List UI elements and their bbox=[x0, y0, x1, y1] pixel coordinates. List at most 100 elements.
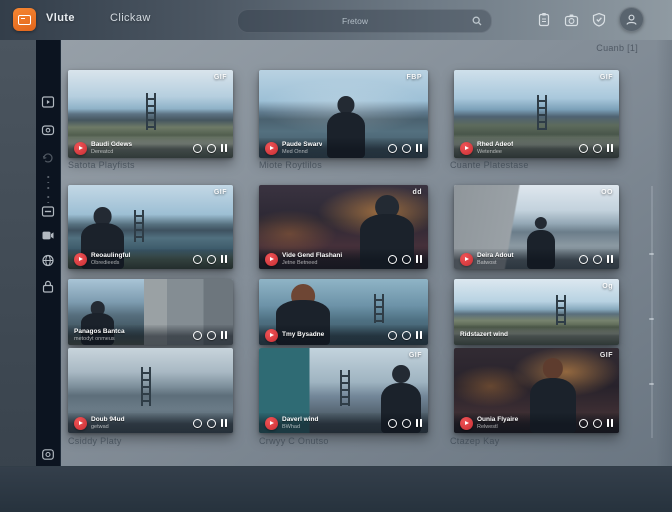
format-badge: dd bbox=[412, 189, 422, 196]
dots-separator bbox=[47, 176, 49, 189]
pause-icon[interactable] bbox=[416, 331, 422, 339]
ring-icon[interactable] bbox=[207, 255, 216, 264]
card-subtitle: Obredieeds bbox=[91, 260, 130, 266]
ring-icon[interactable] bbox=[388, 419, 397, 428]
pause-icon[interactable] bbox=[221, 419, 227, 427]
play-icon bbox=[465, 146, 469, 150]
card-title: Rhed Adeof bbox=[477, 141, 513, 148]
pause-icon[interactable] bbox=[221, 144, 227, 152]
card-info-bar: Doub 94udgetwad bbox=[68, 413, 233, 433]
card-controls bbox=[579, 255, 613, 264]
history-icon[interactable] bbox=[42, 152, 55, 164]
channel-avatar bbox=[265, 142, 278, 155]
logo-icon bbox=[18, 15, 31, 25]
video-card[interactable]: Doub 94udgetwad bbox=[68, 348, 233, 433]
user-avatar[interactable] bbox=[619, 7, 644, 32]
card-info-bar: Vide Gend FlashaniJetne Betneed bbox=[259, 249, 428, 269]
video-card[interactable]: dd Vide Gend FlashaniJetne Betneed bbox=[259, 185, 428, 269]
right-edge-shade bbox=[656, 40, 672, 466]
pause-icon[interactable] bbox=[416, 419, 422, 427]
channel-avatar bbox=[74, 142, 87, 155]
badge-icon[interactable] bbox=[42, 206, 55, 217]
lock-icon[interactable] bbox=[42, 280, 54, 293]
globe-icon[interactable] bbox=[42, 254, 55, 267]
video-card[interactable]: GIF Ounia FlyaireRelwestl bbox=[454, 348, 619, 433]
pause-icon[interactable] bbox=[416, 144, 422, 152]
pause-icon[interactable] bbox=[607, 144, 613, 152]
shield-check-icon[interactable] bbox=[592, 12, 606, 27]
scrollbar-tick[interactable] bbox=[649, 253, 654, 255]
card-info-bar: Paude SwarvMed Onnd bbox=[259, 138, 428, 158]
video-card[interactable]: FBP Paude SwarvMed Onnd bbox=[259, 70, 428, 158]
ring-icon[interactable] bbox=[207, 331, 216, 340]
nav-link[interactable]: Clickaw bbox=[110, 12, 151, 24]
settings-icon[interactable] bbox=[42, 448, 55, 461]
ring-icon[interactable] bbox=[402, 144, 411, 153]
card-title: Doub 94ud bbox=[91, 416, 125, 423]
ring-icon[interactable] bbox=[402, 419, 411, 428]
video-card[interactable]: GIF Daverl windBWhad bbox=[259, 348, 428, 433]
scrollbar-track[interactable] bbox=[651, 186, 653, 438]
ring-icon[interactable] bbox=[593, 419, 602, 428]
ring-icon[interactable] bbox=[579, 144, 588, 153]
scrollbar-tick[interactable] bbox=[649, 318, 654, 320]
brand-name[interactable]: Vlute bbox=[46, 12, 75, 24]
ring-icon[interactable] bbox=[402, 255, 411, 264]
card-title: Deira Adout bbox=[477, 252, 514, 259]
card-caption: Ctazep Kay bbox=[450, 436, 500, 446]
format-badge: Og bbox=[602, 283, 613, 290]
camera-rounded-icon[interactable] bbox=[42, 124, 55, 136]
search-input[interactable] bbox=[238, 15, 472, 27]
pause-icon[interactable] bbox=[221, 255, 227, 263]
video-card[interactable]: Panagos Bantcametodyt onmeus bbox=[68, 279, 233, 345]
ring-icon[interactable] bbox=[388, 144, 397, 153]
ring-icon[interactable] bbox=[193, 419, 202, 428]
video-card[interactable]: GIF Rhed AdeofWetendee bbox=[454, 70, 619, 158]
card-title: Paude Swarv bbox=[282, 141, 322, 148]
search-bar[interactable] bbox=[237, 9, 492, 33]
ring-icon[interactable] bbox=[579, 255, 588, 264]
video-card[interactable]: Tmy Bysadne bbox=[259, 279, 428, 345]
ring-icon[interactable] bbox=[193, 144, 202, 153]
video-card[interactable]: GIF Baudi GdewsDereatcd bbox=[68, 70, 233, 158]
pause-icon[interactable] bbox=[221, 331, 227, 339]
card-subtitle: Dereatcd bbox=[91, 149, 132, 155]
pause-icon[interactable] bbox=[607, 255, 613, 263]
format-badge: GIF bbox=[600, 74, 613, 81]
ring-icon[interactable] bbox=[193, 331, 202, 340]
camera-icon[interactable] bbox=[564, 13, 579, 27]
ring-icon[interactable] bbox=[402, 331, 411, 340]
camcorder-icon[interactable] bbox=[42, 230, 55, 241]
card-controls bbox=[388, 419, 422, 428]
ring-icon[interactable] bbox=[388, 331, 397, 340]
card-title: Baudi Gdews bbox=[91, 141, 132, 148]
ring-icon[interactable] bbox=[579, 419, 588, 428]
pause-icon[interactable] bbox=[416, 255, 422, 263]
play-icon bbox=[79, 146, 83, 150]
ring-icon[interactable] bbox=[388, 255, 397, 264]
video-library-icon[interactable] bbox=[42, 96, 55, 108]
scrollbar-tick[interactable] bbox=[649, 383, 654, 385]
sort-filter-label[interactable]: Cuanb [1] bbox=[596, 43, 638, 53]
search-icon[interactable] bbox=[472, 16, 482, 26]
channel-avatar bbox=[74, 253, 87, 266]
play-icon bbox=[270, 257, 274, 261]
clipboard-icon[interactable] bbox=[537, 12, 551, 27]
ring-icon[interactable] bbox=[207, 419, 216, 428]
ring-icon[interactable] bbox=[193, 255, 202, 264]
card-info-bar: Ridstazert wind bbox=[454, 325, 619, 345]
video-card[interactable]: Og Ridstazert wind bbox=[454, 279, 619, 345]
card-subtitle: metodyt onmeus bbox=[74, 336, 125, 342]
card-controls bbox=[388, 331, 422, 340]
ring-icon[interactable] bbox=[207, 144, 216, 153]
video-card[interactable]: OO Deira AdoutBatwost bbox=[454, 185, 619, 269]
card-info-bar: Panagos Bantcametodyt onmeus bbox=[68, 325, 233, 345]
pause-icon[interactable] bbox=[607, 419, 613, 427]
ring-icon[interactable] bbox=[593, 255, 602, 264]
card-subtitle: Med Onnd bbox=[282, 149, 322, 155]
video-card[interactable]: GIF ReoaulingfulObredieeds bbox=[68, 185, 233, 269]
app-logo[interactable] bbox=[13, 8, 36, 31]
format-badge: FBP bbox=[407, 74, 423, 81]
ring-icon[interactable] bbox=[593, 144, 602, 153]
card-title: Reoaulingful bbox=[91, 252, 130, 259]
